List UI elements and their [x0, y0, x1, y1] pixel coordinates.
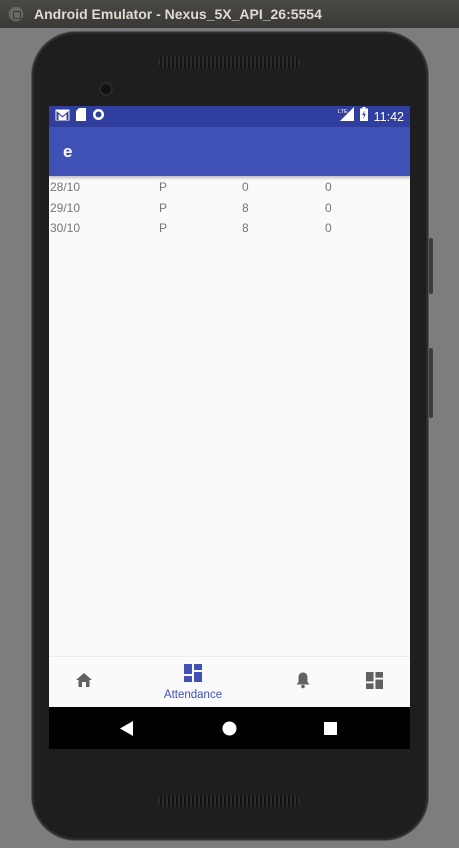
status-bar: LTE 11:42: [49, 106, 410, 127]
list-item[interactable]: 29/10 P 8 0: [49, 199, 410, 220]
top-speaker: [158, 56, 300, 68]
sync-circle-icon: [92, 108, 105, 126]
gmail-icon: [55, 108, 70, 126]
home-circle-icon[interactable]: [222, 721, 237, 741]
list-item[interactable]: 28/10 P 0 0: [49, 178, 410, 199]
row-status: P: [159, 180, 168, 194]
nav-item-attendance[interactable]: Attendance: [153, 657, 233, 708]
dashboard-icon: [365, 671, 383, 694]
app-toolbar: e: [49, 127, 410, 176]
row-date: 29/10: [50, 200, 81, 215]
nav-item-notifications[interactable]: [289, 657, 317, 708]
lte-signal-icon: LTE: [338, 107, 354, 126]
volume-button[interactable]: [429, 348, 433, 418]
row-value-1: 0: [242, 180, 249, 194]
nav-item-home[interactable]: [69, 657, 99, 708]
row-status: P: [159, 221, 168, 235]
nav-label-attendance: Attendance: [163, 689, 223, 701]
bell-icon: [295, 671, 311, 694]
device-screen: LTE 11:42 e 28/10 P 0 0 29/10 P 8 0 30/1…: [49, 106, 410, 749]
status-time: 11:42: [373, 109, 404, 124]
toolbar-title: e: [63, 141, 73, 161]
row-date: 28/10: [50, 180, 81, 194]
window-close-button[interactable]: [8, 6, 24, 22]
row-value-2: 0: [325, 221, 332, 235]
power-button[interactable]: [429, 238, 433, 294]
row-value-2: 0: [325, 180, 332, 194]
system-navigation-bar: [49, 707, 410, 749]
battery-charging-icon: [359, 107, 368, 126]
list-item[interactable]: 30/10 P 8 0: [49, 219, 410, 240]
window-title: Android Emulator - Nexus_5X_API_26:5554: [34, 6, 322, 22]
recents-square-icon[interactable]: [324, 722, 337, 740]
attendance-list: 28/10 P 0 0 29/10 P 8 0 30/10 P 8 0: [49, 178, 410, 240]
bottom-navigation: Attendance: [49, 656, 410, 708]
row-value-1: 8: [242, 200, 249, 215]
bottom-speaker: [158, 795, 300, 807]
row-date: 30/10: [50, 221, 81, 235]
front-camera: [101, 84, 111, 94]
row-value-2: 0: [325, 200, 332, 215]
sd-card-icon: [76, 107, 86, 126]
row-value-1: 8: [242, 221, 249, 235]
dashboard-icon: [184, 664, 202, 687]
svg-text:LTE: LTE: [338, 109, 348, 115]
nav-item-dashboard[interactable]: [360, 657, 388, 708]
emulator-title-bar: Android Emulator - Nexus_5X_API_26:5554: [0, 0, 459, 28]
home-icon: [75, 672, 93, 693]
row-status: P: [159, 200, 168, 215]
back-icon[interactable]: [120, 721, 134, 741]
